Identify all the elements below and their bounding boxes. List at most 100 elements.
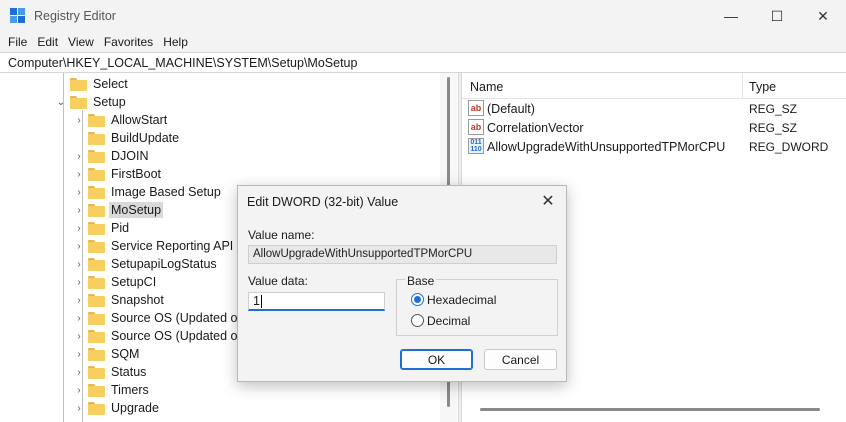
tree-item[interactable]: › FirstBoot [74, 165, 163, 183]
tree-item-label: AllowStart [111, 113, 168, 127]
tree-item[interactable]: › SetupapiLogStatus [74, 255, 219, 273]
folder-icon [88, 347, 105, 361]
folder-icon [88, 239, 105, 253]
column-name-header[interactable]: Name [470, 80, 503, 94]
chevron-down-icon[interactable]: ⌄ [56, 97, 66, 108]
menu-edit[interactable]: Edit [32, 35, 63, 49]
value-data-label: Value data: [248, 274, 308, 288]
tree-item-label: Upgrade [111, 401, 159, 415]
close-icon[interactable]: ✕ [538, 191, 558, 211]
tree-item[interactable]: › Source OS (Updated on 1 [74, 309, 257, 327]
dialog-title: Edit DWORD (32-bit) Value [247, 195, 399, 209]
tree-item-label: DJOIN [111, 149, 149, 163]
value-row[interactable]: 011 110 AllowUpgradeWithUnsupportedTPMor… [462, 137, 846, 156]
tree-item[interactable]: › MoSetup [74, 201, 164, 219]
value-name-field: AllowUpgradeWithUnsupportedTPMorCPU [248, 245, 557, 264]
tree-item-label: SetupapiLogStatus [111, 257, 217, 271]
text-caret [260, 295, 262, 309]
tree-item-label: Pid [111, 221, 130, 235]
tree-item-label: Source OS (Updated on 1 [111, 329, 255, 343]
value-type: REG_DWORD [749, 140, 829, 154]
tree-item[interactable]: › Status [74, 363, 148, 381]
hexadecimal-radio[interactable] [411, 293, 424, 306]
menu-bar: File Edit View Favorites Help [0, 32, 846, 52]
value-name: CorrelationVector [487, 121, 584, 135]
column-separator[interactable] [742, 73, 743, 99]
value-type: REG_SZ [749, 121, 798, 135]
base-group-label: Base [405, 274, 437, 288]
menu-help[interactable]: Help [158, 35, 193, 49]
folder-icon [88, 275, 105, 289]
folder-icon [88, 311, 105, 325]
tree-item-label: Timers [111, 383, 149, 397]
tree-item-label: Select [93, 77, 128, 91]
menu-view[interactable]: View [63, 35, 99, 49]
tree-item[interactable]: › Image Based Setup [74, 183, 223, 201]
tree-guide-line [63, 73, 64, 422]
folder-icon [88, 293, 105, 307]
folder-icon [70, 95, 87, 109]
folder-icon [88, 401, 105, 415]
tree-item[interactable]: › SQM [74, 345, 141, 363]
tree-item[interactable]: › Source OS (Updated on 1 [74, 327, 257, 345]
value-data-text: 1 [253, 294, 260, 308]
title-bar: Registry Editor — ☐ ✕ [0, 0, 846, 32]
menu-favorites[interactable]: Favorites [99, 35, 158, 49]
value-type: REG_SZ [749, 102, 798, 116]
string-value-icon: ab [468, 119, 484, 135]
hexadecimal-label[interactable]: Hexadecimal [427, 293, 496, 307]
tree-item[interactable]: › Timers [74, 381, 151, 399]
tree-guide-line [82, 110, 83, 422]
folder-icon [88, 149, 105, 163]
tree-item[interactable]: › AllowStart [74, 111, 169, 129]
column-type-header[interactable]: Type [749, 80, 776, 94]
folder-icon [88, 383, 105, 397]
folder-icon [88, 203, 105, 217]
tree-item-label: Source OS (Updated on 1 [111, 311, 255, 325]
registry-editor-icon [10, 8, 26, 24]
tree-item-label: Setup [93, 95, 126, 109]
ok-button[interactable]: OK [400, 349, 473, 370]
tree-item-label: Service Reporting API [111, 239, 234, 253]
folder-icon [88, 167, 105, 181]
close-window-button[interactable]: ✕ [800, 0, 846, 32]
folder-icon [88, 257, 105, 271]
menu-file[interactable]: File [3, 35, 32, 49]
minimize-button[interactable]: — [708, 0, 754, 32]
tree-item[interactable]: Select [56, 75, 130, 93]
tree-item-label: FirstBoot [111, 167, 162, 181]
values-horizontal-scrollbar[interactable] [480, 408, 820, 411]
value-row[interactable]: ab (Default) REG_SZ [462, 99, 846, 118]
values-header: Name Type [462, 73, 846, 99]
dword-value-icon: 011 110 [468, 138, 484, 154]
decimal-radio[interactable] [411, 314, 424, 327]
tree-item[interactable]: › DJOIN [74, 147, 151, 165]
folder-icon [88, 365, 105, 379]
folder-icon [88, 221, 105, 235]
tree-item-label: BuildUpdate [111, 131, 180, 145]
tree-item[interactable]: ⌄ Setup [56, 93, 128, 111]
address-bar[interactable]: Computer\HKEY_LOCAL_MACHINE\SYSTEM\Setup… [0, 52, 846, 73]
tree-item[interactable]: › SetupCI [74, 273, 158, 291]
string-value-icon: ab [468, 100, 484, 116]
tree-item[interactable]: › Service Reporting API [74, 237, 235, 255]
folder-icon [88, 113, 105, 127]
tree-item[interactable]: BuildUpdate [74, 129, 181, 147]
edit-dword-dialog: Edit DWORD (32-bit) Value ✕ Value name: … [237, 185, 567, 382]
tree-item-label: Image Based Setup [111, 185, 221, 199]
tree-item[interactable]: › Upgrade [74, 399, 161, 417]
tree-item-label: SQM [111, 347, 140, 361]
tree-item[interactable]: › Snapshot [74, 291, 166, 309]
value-row[interactable]: ab CorrelationVector REG_SZ [462, 118, 846, 137]
tree-item-label: Status [111, 365, 147, 379]
value-name-label: Value name: [248, 228, 315, 242]
value-name: AllowUpgradeWithUnsupportedTPMorCPU [487, 140, 726, 154]
cancel-button[interactable]: Cancel [484, 349, 557, 370]
tree-item-label: MoSetup [109, 202, 164, 218]
chevron-right-icon [56, 79, 66, 89]
decimal-label[interactable]: Decimal [427, 314, 470, 328]
maximize-button[interactable]: ☐ [754, 0, 800, 32]
window-title: Registry Editor [34, 9, 116, 23]
folder-icon [88, 185, 105, 199]
value-data-input[interactable]: 1 [248, 292, 385, 311]
